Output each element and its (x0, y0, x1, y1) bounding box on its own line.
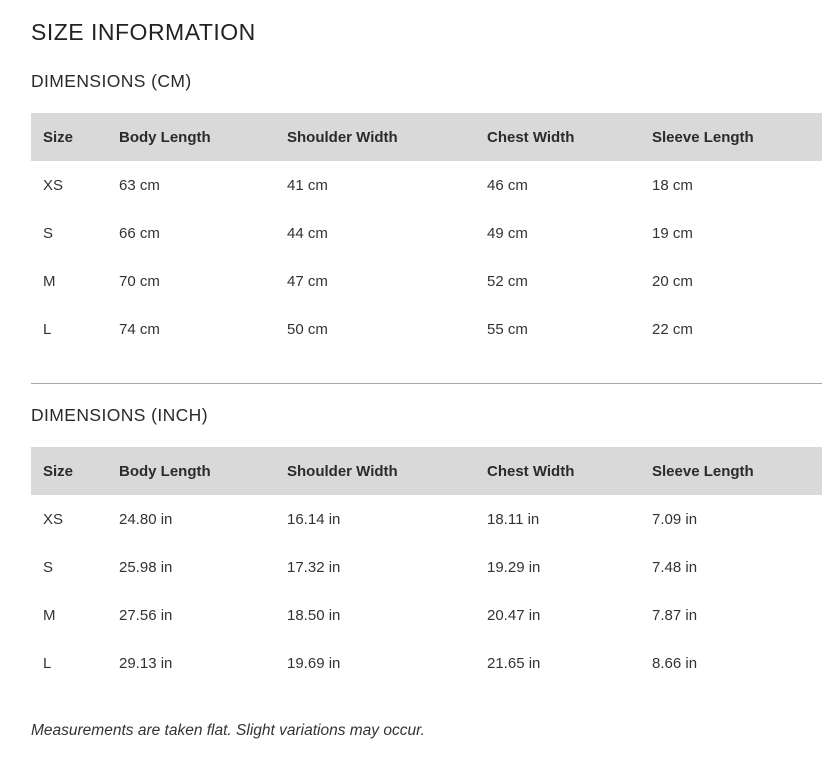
cell-chest-width: 21.65 in (487, 654, 541, 672)
cell-shoulder-width: 41 cm (287, 176, 328, 194)
column-header-body-length: Body Length (119, 113, 287, 161)
column-header-shoulder-width: Shoulder Width (287, 113, 487, 161)
cell-size: S (43, 224, 54, 242)
table-row: S 25.98 in 17.32 in 19.29 in 7.48 in (31, 543, 822, 591)
cell-chest-width: 55 cm (487, 320, 528, 338)
table-row: L 29.13 in 19.69 in 21.65 in 8.66 in (31, 639, 822, 687)
cell-shoulder-width: 50 cm (287, 320, 328, 338)
section-divider (31, 383, 822, 384)
column-header-size: Size (31, 447, 119, 495)
cell-chest-width: 46 cm (487, 176, 528, 194)
size-table-cm: Size Body Length Shoulder Width Chest Wi… (31, 113, 822, 353)
cell-shoulder-width: 19.69 in (287, 654, 341, 672)
cell-sleeve-length: 20 cm (652, 272, 693, 290)
measurement-note: Measurements are taken flat. Slight vari… (31, 722, 425, 739)
column-header-chest-width: Chest Width (487, 113, 652, 161)
cell-sleeve-length: 7.87 in (652, 606, 698, 624)
cell-shoulder-width: 47 cm (287, 272, 328, 290)
cell-body-length: 63 cm (119, 176, 160, 194)
cell-sleeve-length: 19 cm (652, 224, 693, 242)
cell-chest-width: 52 cm (487, 272, 528, 290)
table-row: XS 63 cm 41 cm 46 cm 18 cm (31, 161, 822, 209)
cell-body-length: 66 cm (119, 224, 160, 242)
cell-body-length: 27.56 in (119, 606, 173, 624)
table-header-row: Size Body Length Shoulder Width Chest Wi… (31, 447, 822, 495)
cell-body-length: 24.80 in (119, 510, 173, 528)
cell-size: L (43, 654, 52, 672)
cell-size: XS (43, 510, 64, 528)
cell-sleeve-length: 18 cm (652, 176, 693, 194)
cell-size: M (43, 606, 56, 624)
cell-sleeve-length: 8.66 in (652, 654, 698, 672)
cell-body-length: 29.13 in (119, 654, 173, 672)
cell-sleeve-length: 7.09 in (652, 510, 698, 528)
cell-chest-width: 19.29 in (487, 558, 541, 576)
cell-body-length: 70 cm (119, 272, 160, 290)
cell-chest-width: 49 cm (487, 224, 528, 242)
column-header-sleeve-length: Sleeve Length (652, 113, 822, 161)
cell-shoulder-width: 17.32 in (287, 558, 341, 576)
table-row: S 66 cm 44 cm 49 cm 19 cm (31, 209, 822, 257)
cell-size: L (43, 320, 52, 338)
cell-shoulder-width: 18.50 in (287, 606, 341, 624)
table-row: M 70 cm 47 cm 52 cm 20 cm (31, 257, 822, 305)
column-header-size: Size (31, 113, 119, 161)
page-title: SIZE INFORMATION (31, 19, 256, 45)
cell-size: S (43, 558, 54, 576)
size-table-inch: Size Body Length Shoulder Width Chest Wi… (31, 447, 822, 687)
cell-sleeve-length: 22 cm (652, 320, 693, 338)
column-header-body-length: Body Length (119, 447, 287, 495)
cell-body-length: 25.98 in (119, 558, 173, 576)
cell-size: XS (43, 176, 64, 194)
section-title-inch: DIMENSIONS (INCH) (31, 405, 208, 425)
column-header-sleeve-length: Sleeve Length (652, 447, 822, 495)
table-header-row: Size Body Length Shoulder Width Chest Wi… (31, 113, 822, 161)
cell-body-length: 74 cm (119, 320, 160, 338)
column-header-chest-width: Chest Width (487, 447, 652, 495)
cell-sleeve-length: 7.48 in (652, 558, 698, 576)
table-row: L 74 cm 50 cm 55 cm 22 cm (31, 305, 822, 353)
table-row: M 27.56 in 18.50 in 20.47 in 7.87 in (31, 591, 822, 639)
column-header-shoulder-width: Shoulder Width (287, 447, 487, 495)
cell-shoulder-width: 44 cm (287, 224, 328, 242)
cell-chest-width: 20.47 in (487, 606, 541, 624)
cell-chest-width: 18.11 in (487, 510, 540, 528)
table-row: XS 24.80 in 16.14 in 18.11 in 7.09 in (31, 495, 822, 543)
cell-shoulder-width: 16.14 in (287, 510, 341, 528)
cell-size: M (43, 272, 56, 290)
section-title-cm: DIMENSIONS (CM) (31, 71, 192, 91)
